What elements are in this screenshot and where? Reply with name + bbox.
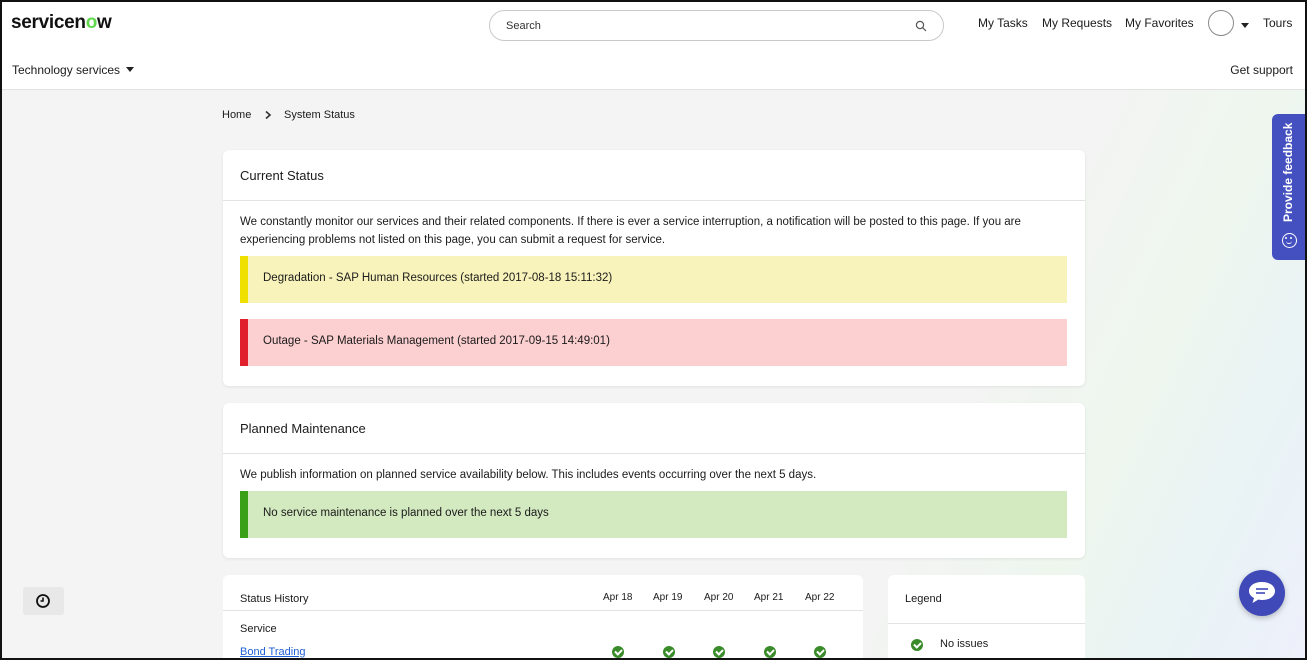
feedback-label: Provide feedback	[1281, 122, 1295, 222]
recent-history-button[interactable]	[23, 587, 64, 615]
legend-title: Legend	[905, 593, 942, 605]
divider	[223, 610, 863, 611]
my-tasks-link[interactable]: My Tasks	[978, 16, 1028, 30]
smiley-icon	[1282, 233, 1297, 248]
technology-services-menu[interactable]: Technology services	[12, 63, 135, 77]
planned-maintenance-card: Planned Maintenance We publish informati…	[223, 403, 1085, 558]
history-date-header: Apr 22	[805, 592, 835, 603]
technology-services-label: Technology services	[12, 63, 121, 77]
chevron-down-icon	[126, 67, 135, 72]
history-date-header: Apr 19	[653, 592, 683, 603]
maintenance-alert: No service maintenance is planned over t…	[240, 491, 1067, 538]
search-icon[interactable]	[915, 20, 927, 32]
alert-status-bar	[240, 319, 248, 366]
check-circle-icon[interactable]	[764, 646, 776, 658]
service-column-header: Service	[240, 623, 277, 635]
logo-text-start: servicen	[11, 12, 86, 33]
chat-button[interactable]	[1239, 570, 1285, 616]
check-circle-icon[interactable]	[713, 646, 725, 658]
legend-card: Legend No issues	[888, 575, 1085, 658]
top-navigation: servicenow My Tasks My Requests My Favor…	[2, 2, 1305, 90]
app-frame: servicenow My Tasks My Requests My Favor…	[0, 0, 1307, 660]
my-favorites-link[interactable]: My Favorites	[1125, 16, 1194, 30]
breadcrumb-current: System Status	[284, 109, 355, 121]
degradation-alert[interactable]: Degradation - SAP Human Resources (start…	[240, 256, 1067, 303]
alert-text: Outage - SAP Materials Management (start…	[263, 335, 610, 347]
planned-maintenance-title: Planned Maintenance	[223, 403, 1085, 454]
clock-icon	[36, 594, 50, 608]
check-circle-icon[interactable]	[663, 646, 675, 658]
alert-text: No service maintenance is planned over t…	[263, 507, 549, 519]
planned-maintenance-description: We publish information on planned servic…	[240, 469, 817, 481]
check-circle-icon[interactable]	[612, 646, 624, 658]
alert-status-bar	[240, 491, 248, 538]
status-history-card: Status History Apr 18 Apr 19 Apr 20 Apr …	[223, 575, 863, 658]
current-status-card: Current Status We constantly monitor our…	[223, 150, 1085, 386]
avatar[interactable]	[1208, 10, 1234, 36]
divider	[888, 623, 1085, 624]
current-status-title: Current Status	[223, 150, 1085, 201]
check-circle-icon	[911, 639, 923, 651]
alert-status-bar	[240, 256, 248, 303]
get-support-link[interactable]: Get support	[1230, 63, 1293, 77]
alert-text: Degradation - SAP Human Resources (start…	[263, 272, 613, 284]
history-date-header: Apr 18	[603, 592, 633, 603]
check-circle-icon[interactable]	[814, 646, 826, 658]
outage-alert[interactable]: Outage - SAP Materials Management (start…	[240, 319, 1067, 366]
search-input[interactable]	[506, 17, 896, 35]
user-menu-chevron-down-icon[interactable]	[1241, 23, 1249, 28]
breadcrumb-home[interactable]: Home	[222, 109, 251, 121]
history-date-header: Apr 20	[704, 592, 734, 603]
service-link-bond-trading[interactable]: Bond Trading	[240, 646, 305, 658]
chevron-right-icon	[265, 110, 272, 120]
my-requests-link[interactable]: My Requests	[1042, 16, 1112, 30]
status-history-title: Status History	[240, 593, 309, 605]
servicenow-logo[interactable]: servicenow	[11, 12, 112, 34]
provide-feedback-tab[interactable]: Provide feedback	[1272, 114, 1305, 260]
logo-text-o: o	[85, 12, 98, 33]
legend-item-no-issues: No issues	[940, 638, 989, 650]
search-box	[489, 10, 944, 41]
current-status-description: We constantly monitor our services and t…	[240, 216, 1021, 246]
tours-link[interactable]: Tours	[1263, 16, 1292, 30]
logo-text-end: w	[97, 12, 112, 33]
history-date-header: Apr 21	[754, 592, 784, 603]
chat-bubble-icon	[1249, 582, 1275, 603]
